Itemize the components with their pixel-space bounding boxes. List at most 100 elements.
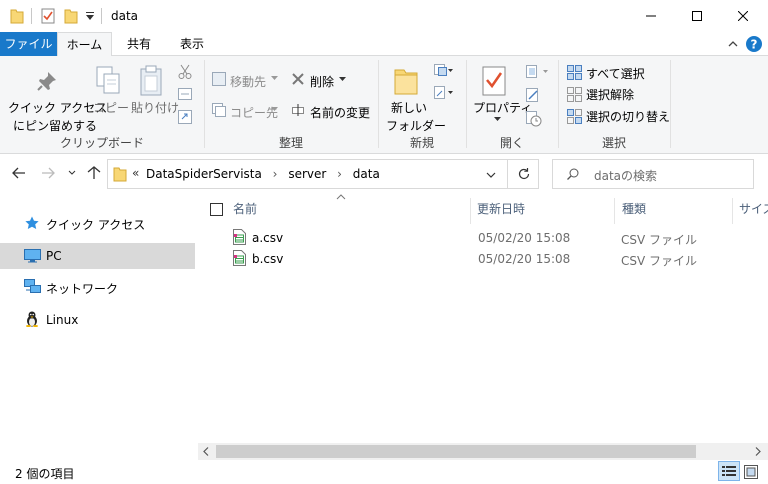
open-icon[interactable]	[526, 65, 550, 79]
tab-home[interactable]: ホーム	[57, 32, 112, 57]
easy-access-icon[interactable]	[434, 86, 454, 100]
edit-icon[interactable]	[526, 88, 540, 102]
delete-dropdown-icon[interactable]	[339, 77, 346, 82]
paste-button[interactable]: 貼り付け	[131, 99, 179, 116]
scroll-right-icon[interactable]	[755, 447, 761, 456]
recent-locations-icon[interactable]	[68, 170, 76, 176]
details-view-button[interactable]	[718, 461, 740, 481]
minimize-button[interactable]	[628, 0, 674, 32]
properties-icon	[482, 66, 506, 96]
horizontal-scrollbar[interactable]	[198, 443, 768, 460]
ribbon-tabs: ファイル ホーム 共有 表示 ?	[0, 32, 768, 57]
file-row[interactable]: b.csv 05/02/20 15:08 CSV ファイル	[199, 248, 768, 269]
column-header-modified[interactable]: 更新日時	[477, 200, 525, 220]
select-all-checkbox[interactable]	[210, 203, 223, 216]
nav-item-label: ネットワーク	[46, 282, 119, 296]
column-header-name[interactable]: 名前	[233, 200, 257, 220]
pc-icon	[24, 249, 41, 263]
rename-icon	[290, 103, 306, 117]
sort-ascending-icon	[336, 194, 346, 200]
nav-item-label: Linux	[46, 313, 79, 327]
breadcrumb-separator-icon[interactable]: ›	[337, 167, 342, 181]
tab-file[interactable]: ファイル	[0, 32, 57, 56]
scroll-left-icon[interactable]	[203, 447, 209, 456]
file-name: b.csv	[252, 252, 284, 266]
help-icon[interactable]: ?	[746, 36, 762, 52]
ribbon: クイック アクセス にピン留めする コピー 貼り付け クリップボード 移動先 コ…	[0, 56, 768, 154]
refresh-icon[interactable]	[517, 167, 531, 181]
new-folder-quick-icon[interactable]	[64, 8, 78, 24]
address-bar[interactable]: « DataSpiderServista › server › data	[107, 159, 539, 189]
search-box[interactable]: dataの検索	[552, 159, 754, 189]
invert-selection-icon	[567, 109, 582, 124]
properties-button[interactable]: プロパティ	[473, 99, 532, 116]
copy-to-icon	[212, 103, 226, 117]
nav-item-pc[interactable]: PC	[0, 243, 195, 269]
move-to-dropdown-icon[interactable]	[271, 76, 278, 81]
column-header-type[interactable]: 種類	[622, 200, 646, 220]
properties-dropdown-icon[interactable]	[494, 117, 501, 122]
csv-file-icon	[233, 250, 246, 266]
column-divider[interactable]	[470, 198, 471, 224]
select-all-button[interactable]: すべて選択	[586, 65, 645, 82]
select-all-icon	[567, 65, 582, 80]
address-dropdown-icon[interactable]	[486, 172, 496, 178]
new-item-icon[interactable]	[434, 64, 454, 78]
breadcrumb-overflow[interactable]: «	[132, 166, 139, 180]
file-row[interactable]: a.csv 05/02/20 15:08 CSV ファイル	[199, 227, 768, 248]
delete-button[interactable]: 削除	[310, 73, 334, 90]
qa-divider	[101, 8, 102, 24]
expand-ribbon-icon[interactable]	[727, 38, 739, 50]
rename-button[interactable]: 名前の変更	[310, 104, 370, 121]
pin-icon	[36, 70, 58, 92]
copy-path-icon[interactable]	[178, 88, 192, 100]
folder-icon	[113, 166, 127, 182]
organize-group-label: 整理	[278, 136, 303, 150]
tab-share[interactable]: 共有	[115, 32, 163, 56]
new-folder-label-line2: フォルダー	[386, 119, 447, 133]
large-icons-view-button[interactable]	[744, 465, 758, 479]
qa-divider	[31, 8, 32, 24]
paste-shortcut-icon[interactable]	[178, 108, 192, 124]
forward-button[interactable]	[41, 167, 55, 179]
customize-qa-icon[interactable]	[85, 10, 95, 22]
cut-icon[interactable]	[178, 64, 192, 80]
breadcrumb: DataSpiderServista › server › data	[146, 167, 380, 181]
nav-item-label: クイック アクセス	[46, 218, 146, 232]
group-divider	[670, 60, 671, 148]
tab-view[interactable]: 表示	[170, 32, 214, 56]
history-icon[interactable]	[526, 111, 542, 127]
new-folder-button[interactable]: 新しい フォルダー	[386, 99, 446, 134]
breadcrumb-item[interactable]: server	[288, 167, 326, 181]
copy-icon	[96, 66, 122, 96]
up-button[interactable]	[87, 166, 101, 180]
file-modified: 05/02/20 15:08	[478, 231, 571, 245]
copy-to-dropdown-icon[interactable]	[271, 107, 278, 112]
breadcrumb-item[interactable]: data	[353, 167, 380, 181]
select-none-button[interactable]: 選択解除	[586, 86, 634, 103]
copy-button[interactable]: コピー	[93, 99, 129, 116]
invert-selection-button[interactable]: 選択の切り替え	[586, 108, 670, 125]
nav-item-linux[interactable]: Linux	[0, 307, 195, 333]
pin-label-line2: にピン留めする	[13, 119, 98, 133]
close-button[interactable]	[720, 0, 766, 32]
scrollbar-thumb[interactable]	[216, 445, 696, 458]
nav-item-network[interactable]: ネットワーク	[0, 274, 195, 300]
column-divider[interactable]	[614, 198, 615, 224]
file-name: a.csv	[252, 231, 284, 245]
column-header-size[interactable]: サイズ	[739, 200, 768, 220]
back-button[interactable]	[12, 167, 26, 179]
maximize-button[interactable]	[674, 0, 720, 32]
select-group-label: 選択	[601, 136, 626, 150]
column-divider[interactable]	[732, 198, 733, 224]
properties-quick-icon[interactable]	[41, 8, 55, 24]
file-modified: 05/02/20 15:08	[478, 252, 571, 266]
breadcrumb-item[interactable]: DataSpiderServista	[146, 167, 262, 181]
new-folder-icon	[393, 66, 419, 96]
clipboard-group-label: クリップボード	[59, 136, 144, 150]
open-group-label: 開く	[499, 136, 524, 150]
move-to-button[interactable]: 移動先	[230, 73, 266, 90]
title-bar: data	[0, 0, 768, 32]
nav-item-quick-access[interactable]: クイック アクセス	[0, 210, 195, 236]
breadcrumb-separator-icon[interactable]: ›	[273, 167, 278, 181]
